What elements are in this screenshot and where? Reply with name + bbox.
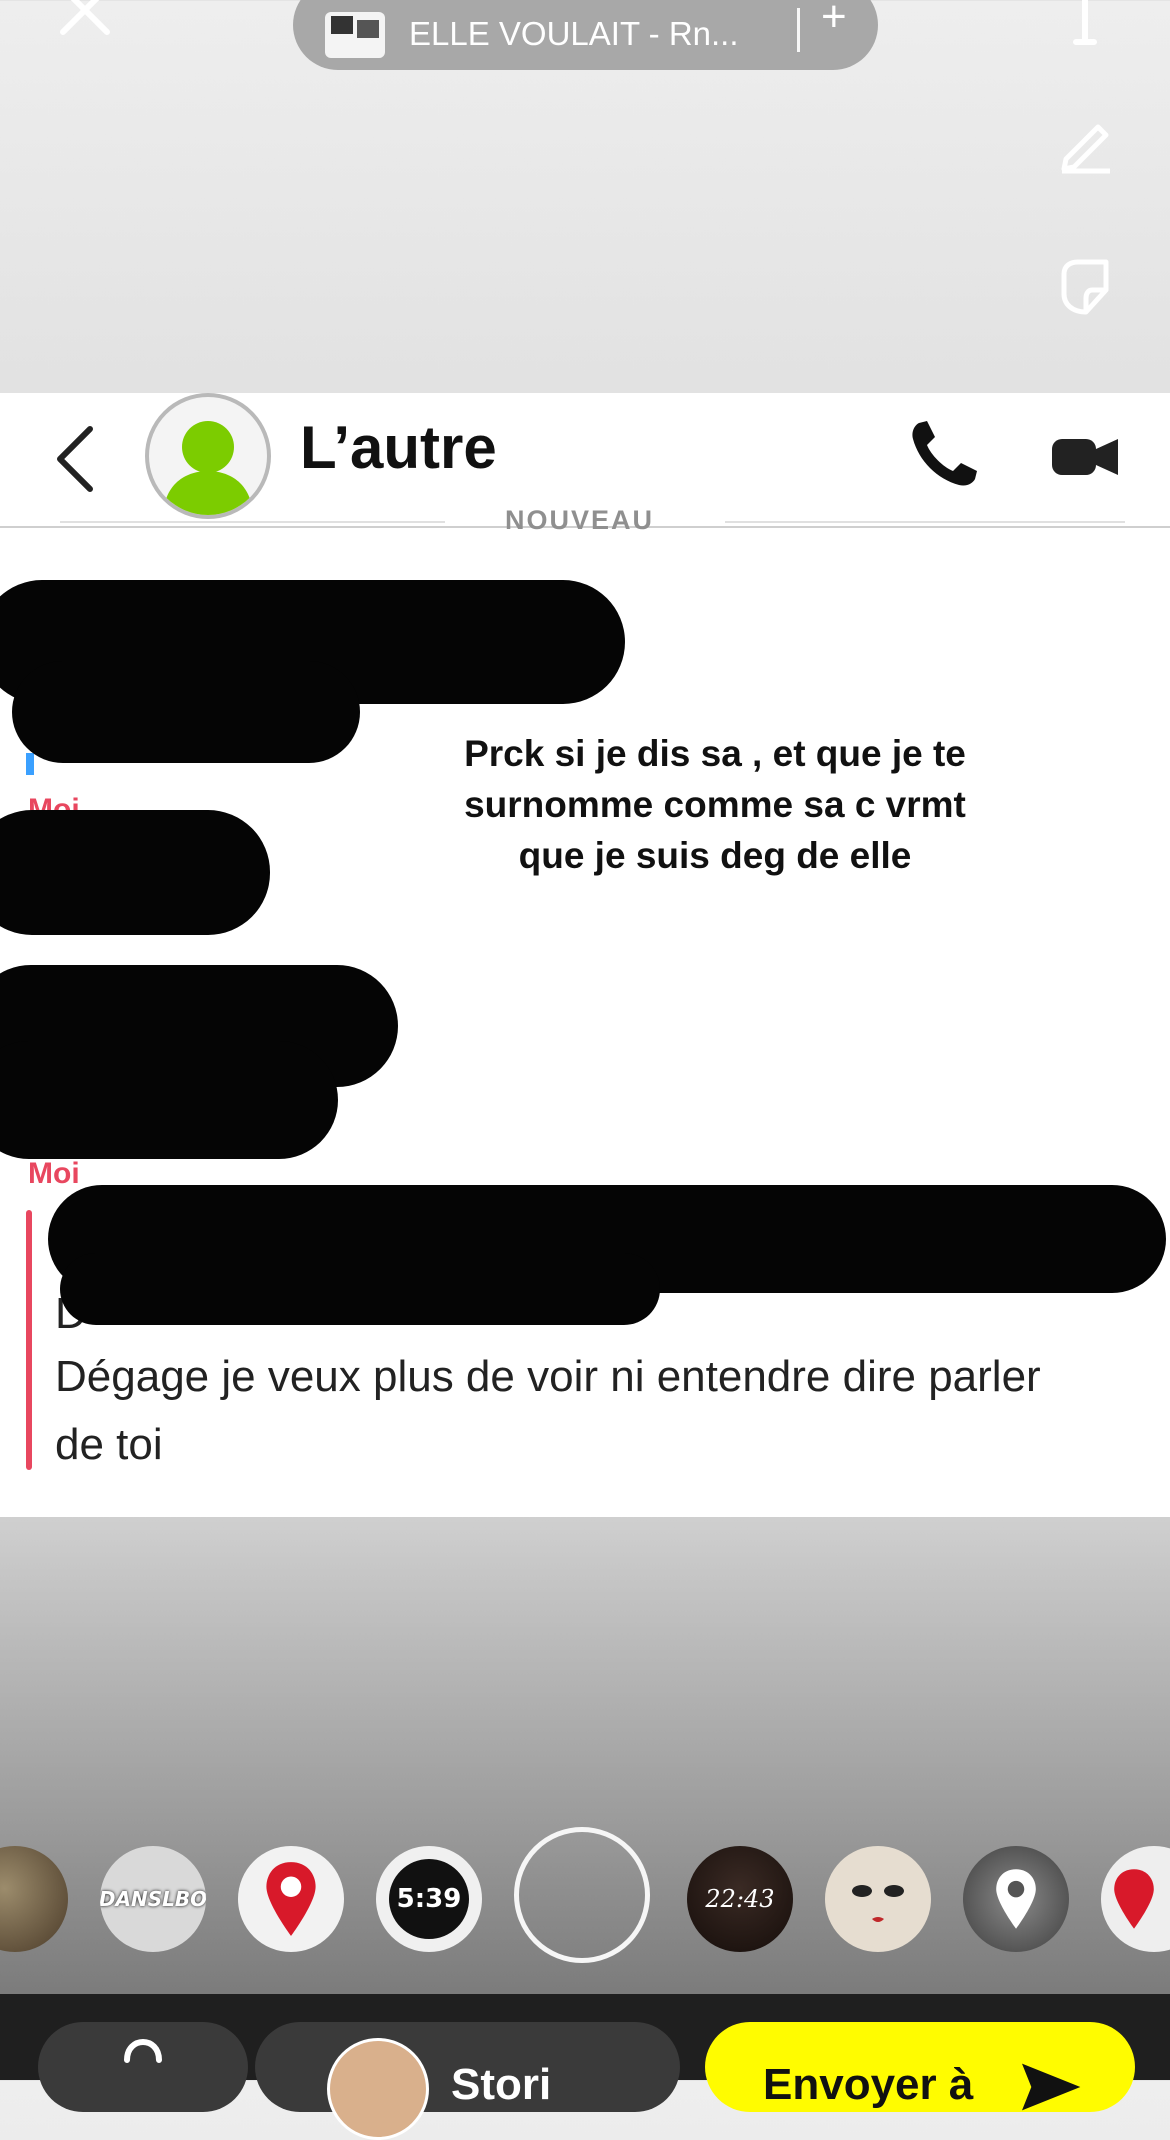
avatar: [327, 2038, 429, 2140]
lens-clock-time[interactable]: 22:43: [687, 1846, 793, 1952]
redaction-mark: [0, 810, 270, 935]
redaction-mark: [12, 661, 360, 763]
new-messages-divider: NOUVEAU: [60, 505, 1125, 545]
watch-face: 5:39: [389, 1859, 469, 1939]
clock-time: 22:43: [705, 1885, 775, 1913]
message-accent-bar: [26, 1210, 32, 1470]
chevron-left-icon[interactable]: [48, 419, 108, 499]
watch-time: 5:39: [396, 1884, 462, 1914]
add-music-icon[interactable]: +: [821, 0, 847, 42]
music-separator: [797, 8, 800, 52]
music-track-title: ELLE VOULAIT - Rn...: [409, 15, 739, 52]
message-text: Dégage je veux plus de voir ni entendre …: [55, 1352, 1041, 1469]
lens-map-pin[interactable]: [963, 1846, 1069, 1952]
chat-screenshot: L’autre NOUVEAU ui Moi Moi D Dégage je v…: [0, 393, 1170, 1517]
stories-label: Stori: [451, 2060, 552, 2109]
lens-cute-face[interactable]: [825, 1846, 931, 1952]
text-tool-icon[interactable]: [1030, 0, 1140, 70]
save-button[interactable]: [38, 2022, 248, 2112]
contact-name: L’autre: [300, 414, 497, 481]
send-arrow-icon: [1022, 2063, 1081, 2111]
sender-marker: [40, 945, 140, 959]
music-track-pill[interactable]: ELLE VOULAIT - Rn... +: [293, 0, 878, 70]
video-camera-icon[interactable]: [1050, 413, 1120, 493]
album-art: [325, 12, 385, 58]
pencil-icon[interactable]: [1030, 87, 1140, 197]
lens-sticker-label: DANSLBO: [100, 1887, 206, 1911]
redaction-mark: [0, 1041, 338, 1159]
lens-heart-pin[interactable]: [1101, 1846, 1170, 1952]
lens-watch-time[interactable]: 5:39: [376, 1846, 482, 1952]
phone-icon[interactable]: [905, 413, 985, 493]
sticker-icon[interactable]: [1030, 232, 1140, 342]
stories-button[interactable]: Stori: [255, 2022, 680, 2140]
send-to-button[interactable]: Envoyer à: [705, 2022, 1135, 2112]
lens-location-pin[interactable]: [238, 1846, 344, 1952]
divider-label: NOUVEAU: [505, 505, 655, 535]
send-label: Envoyer à: [763, 2060, 974, 2109]
sender-marker: [26, 753, 34, 775]
lens-sticker[interactable]: DANSLBO: [100, 1846, 206, 1952]
close-icon[interactable]: [55, 0, 115, 40]
lens-landscape[interactable]: [0, 1846, 68, 1952]
avatar[interactable]: [145, 393, 271, 519]
sender-label: Moi: [28, 1157, 80, 1190]
divider-line-right: [725, 521, 1125, 523]
capture-button[interactable]: [514, 1827, 650, 1963]
divider-line-left: [60, 521, 445, 523]
caption-text[interactable]: Prck si je dis sa , et que je te surnomm…: [455, 728, 975, 881]
redaction-mark: [60, 1253, 660, 1325]
